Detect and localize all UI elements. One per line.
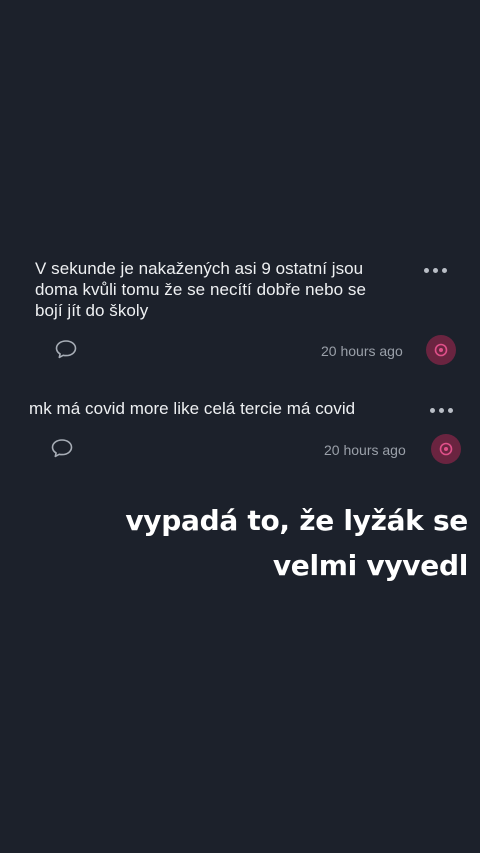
post-text-line: doma kvůli tomu že se necítí dobře nebo … xyxy=(35,280,366,299)
post-text: V sekunde je nakažených asi 9 ostatní js… xyxy=(35,258,410,321)
post-text-line: V sekunde je nakažených asi 9 ostatní js… xyxy=(35,259,364,278)
badge-glyph-icon xyxy=(434,343,448,357)
caption-line: velmi vyvedl xyxy=(272,549,468,582)
post-text: mk má covid more like celá tercie má cov… xyxy=(29,398,419,419)
more-options-icon[interactable] xyxy=(424,268,447,273)
story-caption: vypadá to, že lyžák se velmi vyvedl xyxy=(125,498,468,588)
post-text-line: bojí jít do školy xyxy=(35,301,149,320)
more-options-icon[interactable] xyxy=(430,408,453,413)
comment-icon[interactable] xyxy=(54,338,78,360)
user-badge-icon[interactable] xyxy=(426,335,456,365)
timestamp: 20 hours ago xyxy=(324,442,406,458)
post-text-line: mk má covid more like celá tercie má cov… xyxy=(29,399,356,418)
caption-line: vypadá to, že lyžák se xyxy=(125,504,468,537)
comment-icon[interactable] xyxy=(50,437,74,459)
user-badge-icon[interactable] xyxy=(431,434,461,464)
timestamp: 20 hours ago xyxy=(321,343,403,359)
badge-glyph-icon xyxy=(439,442,453,456)
